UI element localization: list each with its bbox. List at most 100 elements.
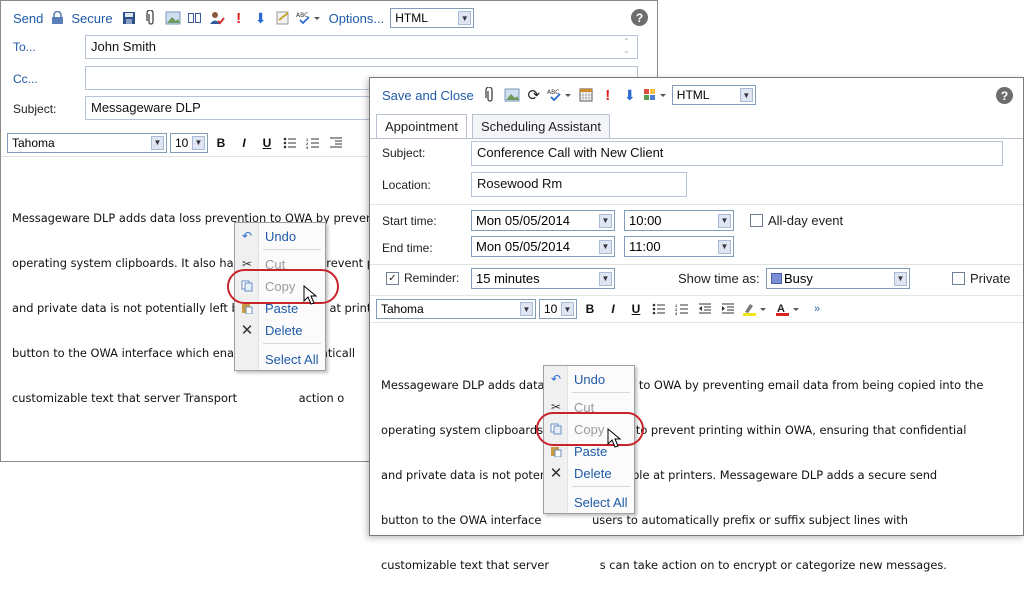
busy-color-swatch xyxy=(771,273,782,284)
help-icon[interactable]: ? xyxy=(631,9,648,26)
paste-icon xyxy=(544,445,568,457)
menu-item-undo[interactable]: ↶ Undo xyxy=(235,225,325,247)
format-select[interactable]: HTML ▼ xyxy=(390,8,475,28)
chevron-down-icon: ▼ xyxy=(458,11,472,25)
end-time-label: End time: xyxy=(382,241,433,255)
underline-icon[interactable]: U xyxy=(257,133,277,153)
copy-highlight-ring xyxy=(227,269,339,304)
appointment-toolbar: Save and Close ⟳ ABC ! ⬇ HTML ▼ xyxy=(370,80,1023,110)
font-select[interactable]: Tahoma ▼ xyxy=(7,132,167,153)
chevron-down-icon: ▼ xyxy=(561,302,574,316)
low-importance-icon[interactable]: ⬇ xyxy=(620,85,640,105)
subject-label: Subject: xyxy=(382,146,426,160)
appointment-body[interactable]: Messageware DLP adds data loss preventio… xyxy=(381,348,983,603)
subject-label: Subject: xyxy=(13,102,57,116)
indent-icon[interactable] xyxy=(326,133,346,153)
menu-item-select-all[interactable]: Select All xyxy=(235,348,325,370)
menu-item-delete[interactable]: ✕ Delete xyxy=(544,462,634,484)
low-importance-icon[interactable]: ⬇ xyxy=(251,8,271,28)
reminder-select[interactable]: 15 minutes ▼ xyxy=(471,268,615,289)
options-button[interactable]: Options... xyxy=(325,11,389,26)
expand-toolbar-icon[interactable]: » xyxy=(807,299,827,319)
categorize-icon[interactable] xyxy=(642,85,670,105)
insert-image-icon[interactable] xyxy=(163,8,183,28)
start-date-select[interactable]: Mon 05/05/2014 ▼ xyxy=(471,210,615,231)
menu-item-delete[interactable]: ✕ Delete xyxy=(235,319,325,341)
bullets-icon[interactable] xyxy=(280,133,300,153)
private-checkbox[interactable] xyxy=(952,272,965,285)
body-line: operating system clipboards. It also has… xyxy=(12,256,379,270)
bullets-icon[interactable] xyxy=(649,299,669,319)
signature-icon[interactable] xyxy=(273,8,293,28)
start-time-select[interactable]: 10:00 ▼ xyxy=(624,210,734,231)
delete-x-icon: ✕ xyxy=(240,322,254,339)
numbering-icon[interactable]: 123 xyxy=(672,299,692,319)
italic-icon[interactable]: I xyxy=(603,299,623,319)
end-time-select[interactable]: 11:00 ▼ xyxy=(624,236,734,257)
highlight-color-icon[interactable] xyxy=(741,299,771,319)
font-color-icon[interactable]: A xyxy=(774,299,804,319)
insert-image-icon[interactable] xyxy=(502,85,522,105)
all-day-label: All-day event xyxy=(768,213,844,228)
chevron-down-icon: ▼ xyxy=(520,302,533,316)
to-field[interactable]: John Smith xyxy=(85,35,638,59)
increase-indent-icon[interactable] xyxy=(718,299,738,319)
end-date-select[interactable]: Mon 05/05/2014 ▼ xyxy=(471,236,615,257)
all-day-checkbox[interactable] xyxy=(750,214,763,227)
svg-text:3: 3 xyxy=(306,145,309,149)
calendar-grid-icon[interactable] xyxy=(576,85,596,105)
private-label: Private xyxy=(970,271,1011,286)
spell-check-icon[interactable]: ABC xyxy=(546,85,574,105)
chevron-down-icon: ▼ xyxy=(151,135,164,150)
chevron-down-icon: ▼ xyxy=(718,213,731,228)
high-importance-icon[interactable]: ! xyxy=(598,85,618,105)
email-body[interactable]: Messageware DLP adds data loss preventio… xyxy=(12,181,383,436)
spell-check-icon[interactable]: ABC xyxy=(295,8,323,28)
address-book-icon[interactable] xyxy=(185,8,205,28)
secure-button[interactable]: Secure xyxy=(71,11,116,26)
chevron-down-icon: ▼ xyxy=(599,271,612,286)
font-size-select[interactable]: 10 ▼ xyxy=(539,299,577,319)
undo-icon: ↶ xyxy=(241,229,253,243)
reminder-checkbox[interactable]: ✓ xyxy=(386,272,399,285)
body-line: operating system clipboards. ability to … xyxy=(381,423,967,437)
send-button[interactable]: Send xyxy=(9,11,47,26)
reminder-label: Reminder: xyxy=(404,271,460,285)
subject-field[interactable]: Conference Call with New Client xyxy=(471,141,1003,166)
save-icon[interactable] xyxy=(119,8,139,28)
svg-text:ABC: ABC xyxy=(547,89,559,96)
recurrence-icon[interactable]: ⟳ xyxy=(524,85,544,105)
to-button[interactable]: To... xyxy=(13,40,36,54)
chevron-down-icon: ▼ xyxy=(192,135,205,150)
body-line: and private data is not poten or visible… xyxy=(381,468,938,482)
font-size-select[interactable]: 10 ▼ xyxy=(170,132,208,153)
cc-button[interactable]: Cc... xyxy=(13,72,38,86)
bold-icon[interactable]: B xyxy=(580,299,600,319)
location-field[interactable]: Rosewood Rm xyxy=(471,172,687,197)
high-importance-icon[interactable]: ! xyxy=(229,8,249,28)
appointment-format-toolbar: Tahoma ▼ 10 ▼ B I U 123 A » xyxy=(370,295,1023,323)
font-select[interactable]: Tahoma ▼ xyxy=(376,299,536,319)
attach-icon[interactable] xyxy=(141,8,161,28)
scroll-arrows-icon[interactable]: ⌃ ⌄ xyxy=(623,37,630,55)
format-select[interactable]: HTML ▼ xyxy=(671,85,756,105)
bold-icon[interactable]: B xyxy=(211,133,231,153)
decrease-indent-icon[interactable] xyxy=(695,299,715,319)
help-icon[interactable]: ? xyxy=(996,87,1013,104)
chevron-down-icon: ▼ xyxy=(739,88,753,102)
menu-item-undo[interactable]: ↶ Undo xyxy=(544,368,634,390)
save-and-close-button[interactable]: Save and Close xyxy=(378,88,478,103)
tab-scheduling-assistant[interactable]: Scheduling Assistant xyxy=(472,114,610,138)
start-time-label: Start time: xyxy=(382,214,437,228)
attach-icon[interactable] xyxy=(480,85,500,105)
numbering-icon[interactable]: 123 xyxy=(303,133,323,153)
menu-item-select-all[interactable]: Select All xyxy=(544,491,634,513)
italic-icon[interactable]: I xyxy=(234,133,254,153)
check-names-icon[interactable] xyxy=(207,8,227,28)
tab-appointment[interactable]: Appointment xyxy=(376,114,467,139)
secure-lock-icon[interactable] xyxy=(49,8,69,28)
body-line: customizable text that server s can take… xyxy=(381,558,947,572)
svg-text:ABC: ABC xyxy=(296,12,308,19)
underline-icon[interactable]: U xyxy=(626,299,646,319)
show-time-as-select[interactable]: Busy ▼ xyxy=(766,268,910,289)
